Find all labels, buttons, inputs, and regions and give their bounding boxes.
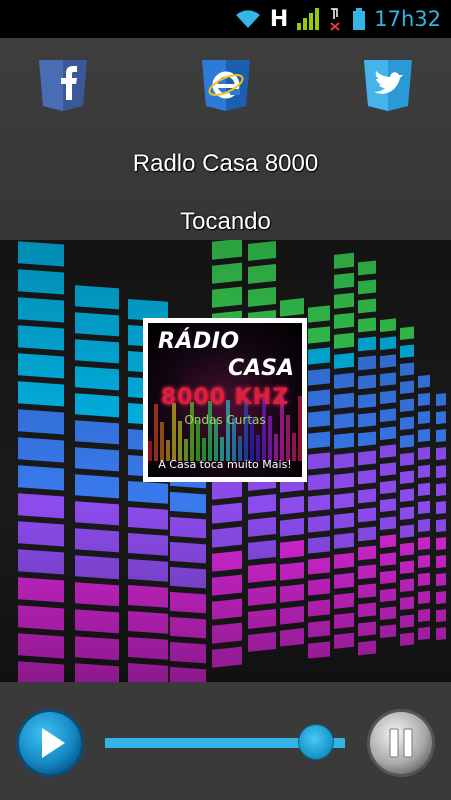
browser-button[interactable]: [200, 56, 252, 112]
signal-icon: [296, 7, 320, 31]
station-logo: RÁDIO CASA 8000 KHZ Ondas Curtas A Casa …: [143, 318, 307, 482]
logo-line2: CASA: [227, 356, 294, 381]
pause-icon: [367, 709, 435, 777]
header: Radlo Casa 8000 Tocando: [0, 38, 451, 240]
play-button[interactable]: [15, 708, 85, 778]
network-type: H: [269, 6, 289, 32]
logo-slogan: A Casa toca muito Mais!: [158, 458, 292, 471]
playback-status: Tocando: [180, 208, 271, 235]
wifi-icon: [234, 8, 262, 30]
battery-icon: [352, 7, 366, 31]
player-controls: [0, 682, 451, 800]
status-bar: H 17h32: [0, 0, 451, 38]
no-sim-icon: [328, 7, 344, 31]
volume-slider[interactable]: [105, 725, 345, 759]
logo-frequency: 8000 KHZ: [160, 385, 290, 410]
station-artwork: RÁDIO CASA 8000 KHZ Ondas Curtas A Casa …: [0, 240, 451, 682]
facebook-icon: [39, 60, 87, 111]
logo-line1: RÁDIO: [158, 329, 240, 354]
twitter-icon: [364, 60, 412, 111]
clock: 17h32: [374, 7, 441, 31]
facebook-button[interactable]: [37, 56, 89, 112]
pause-button[interactable]: [366, 708, 436, 778]
internet-explorer-icon: [202, 60, 250, 111]
twitter-button[interactable]: [362, 56, 414, 112]
station-title: Radlo Casa 8000: [132, 150, 319, 177]
volume-thumb[interactable]: [299, 725, 334, 759]
logo-band: Ondas Curtas: [184, 413, 266, 427]
logo-panel: RÁDIO CASA 8000 KHZ Ondas Curtas A Casa …: [148, 323, 302, 477]
play-icon: [16, 709, 84, 777]
